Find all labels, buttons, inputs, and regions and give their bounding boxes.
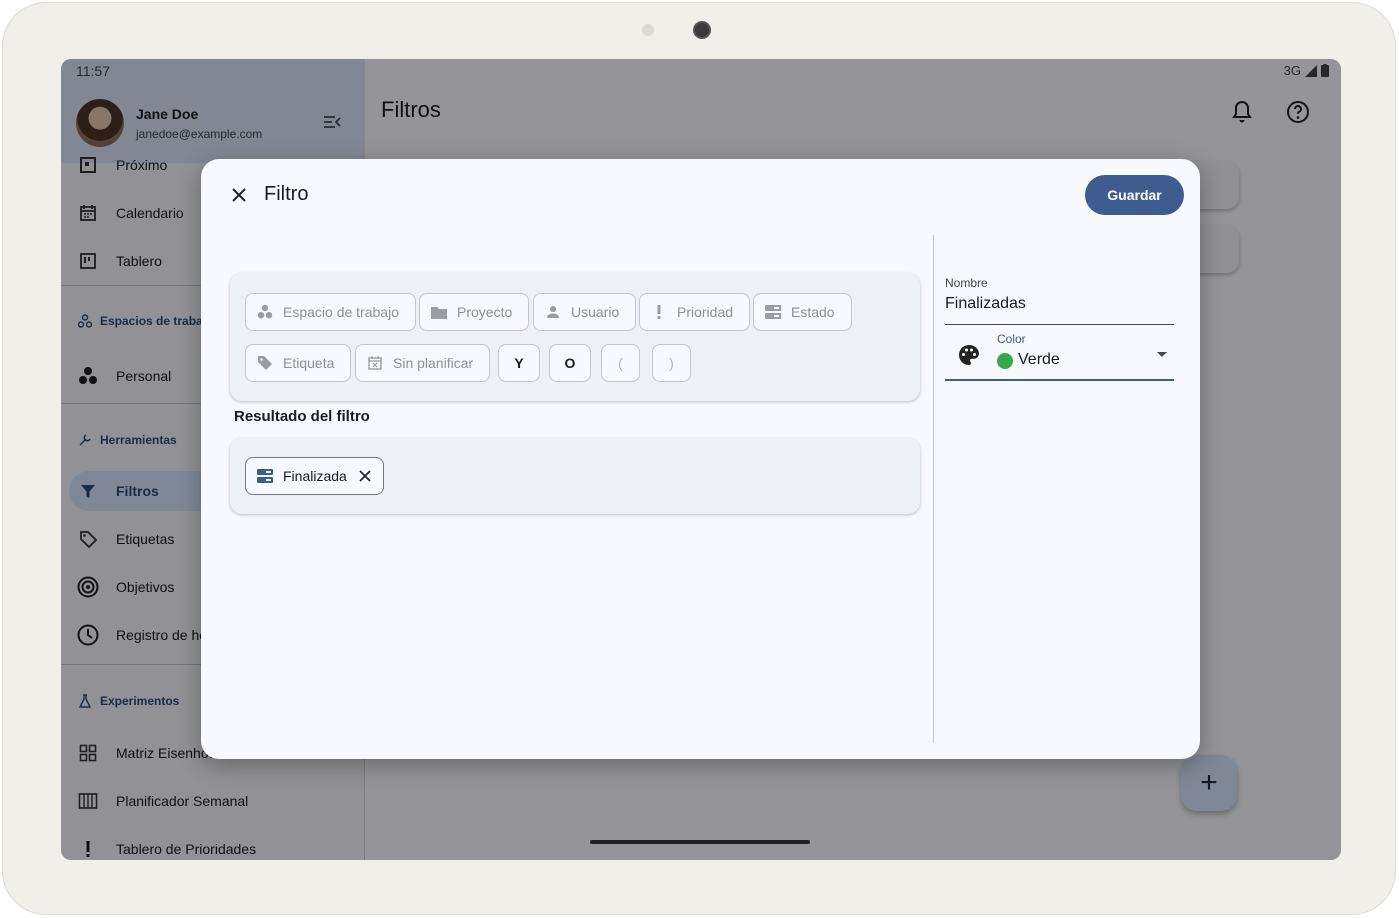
chip-label: Estado (791, 304, 835, 320)
close-button[interactable] (227, 183, 251, 207)
name-field-underline (945, 324, 1174, 325)
folder-icon (430, 303, 448, 321)
color-field-label: Color (997, 332, 1026, 346)
camera-lens (693, 21, 711, 39)
chip-project[interactable]: Proyecto (419, 293, 530, 331)
operator-or[interactable]: O (549, 344, 591, 382)
tablet-frame: 11:57 Jane Doe janedoe@example.com Próxi… (2, 2, 1396, 915)
operator-open-paren[interactable]: ( (601, 344, 640, 382)
palette-icon (959, 345, 979, 365)
calendar-off-icon (366, 354, 384, 372)
home-indicator[interactable] (590, 840, 810, 844)
filter-result-panel: Finalizada (230, 438, 920, 514)
dropdown-arrow-icon (1157, 352, 1167, 357)
operator-label: O (564, 355, 576, 371)
chip-label: Proyecto (457, 304, 513, 320)
vertical-divider (933, 235, 934, 743)
color-swatch (997, 353, 1013, 369)
chip-label: Prioridad (677, 304, 734, 320)
chip-label: Espacio de trabajo (283, 304, 399, 320)
filter-builder-panel: Espacio de trabajo Proyecto Usuario Prio… (230, 273, 920, 401)
name-field[interactable]: Finalizadas (945, 295, 1026, 313)
chip-unscheduled[interactable]: Sin planificar (355, 344, 491, 382)
person-icon (544, 303, 562, 321)
tag-icon (256, 354, 274, 372)
chip-priority[interactable]: Prioridad (639, 293, 751, 331)
operator-label: ) (669, 355, 674, 371)
status-icon (256, 467, 274, 485)
sensor-dot (642, 24, 654, 36)
name-field-label: Nombre (945, 276, 988, 290)
workspace-icon (256, 303, 274, 321)
chip-label: Sin planificar (393, 355, 474, 371)
filter-dialog: Filtro Guardar Espacio de trabajo Proyec… (201, 159, 1200, 759)
color-field-underline (945, 379, 1174, 381)
close-icon[interactable] (359, 470, 371, 482)
chip-label: Etiqueta (283, 355, 335, 371)
status-icon (764, 303, 782, 321)
chip-tag[interactable]: Etiqueta (245, 344, 352, 382)
chip-status[interactable]: Estado (753, 293, 852, 331)
screen: 11:57 Jane Doe janedoe@example.com Próxi… (61, 59, 1341, 860)
filter-result-label: Resultado del filtro (234, 408, 370, 425)
operator-label: ( (618, 355, 623, 371)
dialog-title: Filtro (264, 183, 309, 205)
color-value: Verde (1018, 351, 1060, 368)
close-icon (232, 188, 246, 202)
chip-label: Usuario (571, 304, 620, 320)
operator-label: Y (514, 355, 524, 371)
exclamation-icon (650, 303, 668, 321)
chip-workspace[interactable]: Espacio de trabajo (245, 293, 416, 331)
operator-close-paren[interactable]: ) (652, 344, 691, 382)
color-dropdown[interactable]: Color Verde (945, 331, 1174, 381)
chip-label: Finalizada (283, 468, 347, 484)
operator-and[interactable]: Y (498, 344, 540, 382)
save-button[interactable]: Guardar (1085, 175, 1184, 215)
chip-user[interactable]: Usuario (533, 293, 637, 331)
result-chip-finished[interactable]: Finalizada (245, 457, 384, 495)
